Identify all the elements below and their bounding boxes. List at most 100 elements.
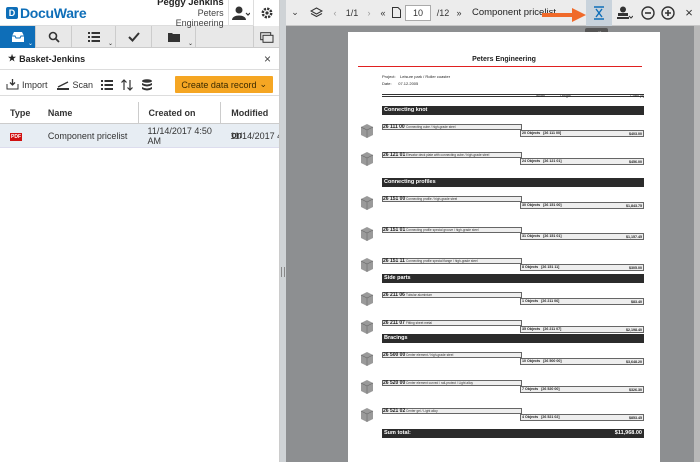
doc-company-title: Peters Engineering <box>472 56 536 63</box>
list-view-button[interactable] <box>101 79 114 90</box>
part-thumbnail-icon <box>358 256 376 274</box>
item-ref: [26 521 02] <box>541 415 560 419</box>
viewer-close-button[interactable]: × <box>680 0 698 26</box>
item-code: 26 111 00 <box>383 124 405 130</box>
zoom-in-button[interactable] <box>658 0 678 26</box>
tab-search[interactable] <box>36 26 72 48</box>
import-button[interactable]: Import <box>6 79 48 90</box>
viewer-menu-button[interactable]: ⌄ <box>286 0 304 26</box>
item-price: $305.00 <box>629 265 642 270</box>
tab-list[interactable]: ⌄ <box>72 26 116 48</box>
layers-icon <box>309 6 323 17</box>
item-objects-count: 4 Objects <box>522 415 539 419</box>
part-thumbnail-icon <box>358 225 376 243</box>
tab-window[interactable] <box>253 26 279 48</box>
basket-close-button[interactable]: × <box>264 52 271 66</box>
zoom-out-button[interactable] <box>638 0 658 26</box>
doc-line-item: 26 211 06 Tubular aluminium 1 Objects [26 … <box>360 292 644 310</box>
tab-tasks[interactable] <box>116 26 152 48</box>
layers-button[interactable] <box>304 0 328 26</box>
item-objects: 7 Objects [26 520 00] <box>522 387 560 391</box>
create-data-record-button[interactable]: Create data record ⌄ <box>175 76 273 93</box>
part-thumbnail-icon <box>358 122 376 140</box>
stamp-button[interactable] <box>614 0 636 26</box>
import-label: Import <box>22 79 48 90</box>
page-counter: 1/1 <box>345 7 359 18</box>
item-objects-count: 20 Objects <box>522 131 541 135</box>
item-objects: 20 Objects [26 111 00] <box>522 131 561 135</box>
col-name[interactable]: Name <box>38 108 138 118</box>
row-created: 11/14/2017 4:50 AM <box>147 125 212 146</box>
next-button[interactable]: › <box>362 0 376 26</box>
part-thumbnail-icon <box>358 350 376 368</box>
col-modified[interactable]: Modified on <box>220 101 279 140</box>
item-description: Center element curved / rail-protect / L… <box>406 380 473 385</box>
gear-icon <box>261 7 273 18</box>
item-description: Connecting cube / high-grade steel <box>406 124 456 129</box>
item-objects: 1 Objects [26 211 06] <box>522 299 559 303</box>
col-created[interactable]: Created on <box>137 101 221 124</box>
tab-folders[interactable]: ⌄ <box>152 26 196 48</box>
user-menu-button[interactable] <box>227 0 254 26</box>
page-button[interactable] <box>390 0 402 26</box>
item-objects: 35 Objects [26 211 07] <box>522 327 561 331</box>
item-description: Connecting profile special groove / high… <box>406 227 479 232</box>
chevron-down-icon: ⌄ <box>291 7 299 17</box>
item-objects-count: 1 Objects <box>522 299 539 303</box>
viewer-pane: ⌄ ‹ 1/1 › « 10 /12 » Component pricelist <box>286 0 700 462</box>
item-objects-count: 35 Objects <box>522 327 541 331</box>
item-code: 26 151 11 <box>383 258 405 264</box>
split-icon <box>594 6 604 20</box>
prev-button[interactable]: ‹ <box>328 0 342 26</box>
part-thumbnail-icon <box>358 150 376 168</box>
item-price: $403.00 <box>629 131 642 136</box>
user-icon <box>231 6 250 20</box>
scan-button[interactable]: Scan <box>56 80 93 90</box>
list-icon <box>87 32 100 42</box>
doc-line-item: 26 121 01 Elevator deck plate with connec… <box>360 152 644 170</box>
chevron-down-icon: ⌄ <box>107 41 113 47</box>
col-type[interactable]: Type <box>0 108 38 118</box>
col-width: Width <box>536 94 545 98</box>
split-button[interactable] <box>586 0 612 26</box>
page-total: /12 <box>436 7 450 18</box>
table-header: Type Name Created on Modified on <box>0 101 279 140</box>
last-page-button[interactable]: » <box>452 0 466 26</box>
item-objects-count: 10 Objects <box>522 359 541 363</box>
double-right-icon: » <box>456 7 462 18</box>
doc-line-item: 26 151 01 Connecting profile special groo… <box>360 227 644 245</box>
item-description: Connecting profile special flange / high… <box>406 258 478 263</box>
docuware-logo[interactable]: D DocuWare <box>0 5 148 21</box>
first-page-button[interactable]: « <box>376 0 390 26</box>
item-objects: 24 Objects [26 121 01] <box>522 159 562 163</box>
arrow-icon <box>542 8 586 22</box>
item-objects-count: 24 Objects <box>522 159 541 163</box>
row-type: PDF <box>0 130 38 141</box>
viewer-scrollbar[interactable] <box>694 26 700 462</box>
user-info: Peggy Jenkins Peters Engineering <box>148 0 228 28</box>
date-row: Date: 07.12.2005 <box>382 81 418 86</box>
doc-section-header: Side parts <box>382 274 644 283</box>
sum-value: $11,968.00 <box>614 430 642 436</box>
item-code: 26 211 06 <box>383 292 405 298</box>
item-description: Fitting sheet metal <box>406 320 433 325</box>
tab-tray[interactable]: ⌄ <box>0 26 36 48</box>
database-button[interactable] <box>141 78 153 91</box>
project-value: Leisure park / Roller coaster <box>400 74 451 79</box>
sort-button[interactable] <box>121 78 133 91</box>
item-objects: 8 Objects [26 151 11] <box>522 265 559 269</box>
item-code: 26 151 01 <box>383 227 406 233</box>
item-objects-count: 31 Objects <box>522 234 541 238</box>
sort-icon <box>121 78 133 91</box>
item-objects: 4 Objects [26 521 02] <box>522 415 560 419</box>
window-icon <box>259 31 273 43</box>
settings-button[interactable] <box>253 0 279 26</box>
item-ref: [26 211 06] <box>541 299 560 303</box>
project-row: Project: Leisure park / Roller coaster <box>382 74 450 79</box>
zoom-out-icon <box>641 5 655 20</box>
page-input[interactable]: 10 <box>405 4 431 21</box>
search-icon <box>48 31 60 43</box>
tray-icon <box>11 32 24 42</box>
doc-section-header: Connecting profiles <box>382 178 644 187</box>
doc-line-item: 26 500 00 Center element / high-grade ste… <box>360 352 644 370</box>
